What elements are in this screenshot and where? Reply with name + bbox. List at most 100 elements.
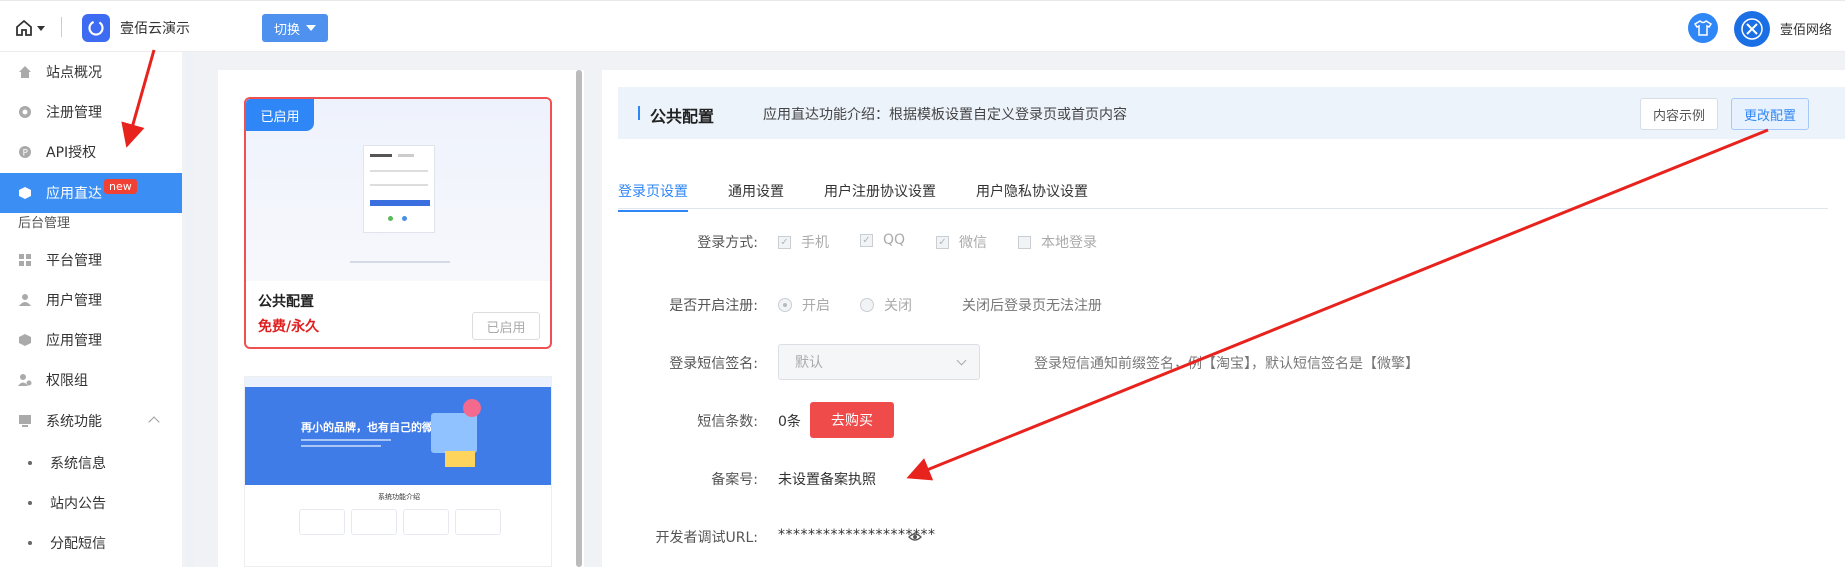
user-icon	[19, 294, 31, 306]
template-scrollbar[interactable]	[576, 70, 582, 567]
app-name[interactable]: 壹佰云演示	[120, 18, 190, 38]
svg-text:P: P	[23, 149, 29, 159]
sidebar: 站点概况 注册管理 P API授权 应用直达 new 后台管理 平台管理 用户管…	[0, 52, 182, 567]
register-hint: 关闭后登录页无法注册	[962, 298, 1102, 314]
user-name[interactable]: 壹佰网络	[1780, 19, 1832, 38]
checkbox-icon: ✓	[936, 235, 949, 249]
change-config-button[interactable]: 更改配置	[1731, 98, 1809, 130]
page-title: 公共配置	[650, 107, 715, 126]
shirt-icon	[1694, 20, 1712, 36]
sidebar-item-label: API授权	[46, 145, 97, 161]
template-title: 公共配置	[258, 294, 314, 310]
enabled-tag: 已启用	[246, 99, 314, 131]
icp-label: 备案号:	[711, 472, 758, 488]
sms-sign-select[interactable]: 默认	[778, 344, 980, 380]
register-off-radio[interactable]: 关闭	[860, 295, 912, 315]
checkbox-icon: ✓	[860, 233, 873, 247]
sms-sign-label: 登录短信签名:	[669, 356, 758, 372]
page-description: 应用直达功能介绍：根据模板设置自定义登录页或首页内容	[763, 107, 1127, 123]
sidebar-subitem-announcements[interactable]: 站内公告	[28, 493, 106, 513]
home-menu[interactable]	[14, 17, 48, 39]
chevron-down-icon	[956, 355, 967, 366]
checkbox-label: QQ	[883, 232, 906, 248]
feature-box	[403, 509, 449, 535]
login-method-qq[interactable]: ✓ QQ	[860, 232, 905, 248]
radio-icon	[778, 298, 792, 312]
sidebar-subitem-label: 系统信息	[50, 456, 106, 472]
login-method-local[interactable]: 本地登录	[1018, 232, 1097, 252]
icp-value: 未设置备案执照	[778, 472, 876, 488]
caret-down-icon	[306, 25, 316, 31]
checkbox-label: 微信	[959, 235, 987, 251]
bullet	[28, 541, 32, 545]
content-sample-button[interactable]: 内容示例	[1640, 98, 1718, 130]
sidebar-item-label: 权限组	[46, 373, 88, 389]
sidebar-item-app-direct[interactable]: 应用直达 new	[0, 173, 182, 213]
sidebar-item-overview[interactable]: 站点概况	[0, 52, 182, 92]
sidebar-item-api[interactable]: P API授权	[0, 132, 182, 172]
feature-box	[299, 509, 345, 535]
switch-label: 切换	[273, 22, 300, 38]
buy-button[interactable]: 去购买	[810, 402, 894, 438]
bullet	[28, 501, 32, 505]
cube-icon	[19, 187, 31, 199]
select-value: 默认	[795, 355, 823, 371]
tab-login-page[interactable]: 登录页设置	[618, 181, 688, 212]
checkbox-icon: ✓	[778, 235, 791, 249]
home-icon	[16, 19, 32, 36]
avatar[interactable]	[1734, 11, 1770, 47]
register-label: 是否开启注册:	[669, 298, 758, 314]
login-method-label: 登录方式:	[697, 235, 758, 251]
eye-icon[interactable]	[908, 530, 922, 544]
radio-label: 开启	[802, 298, 830, 314]
login-method-wechat[interactable]: ✓ 微信	[936, 232, 987, 252]
sidebar-subitem-sms[interactable]: 分配短信	[28, 533, 106, 553]
tab-general[interactable]: 通用设置	[728, 181, 784, 210]
template-card-public[interactable]: 已启用 公共配置 免费/永久 已启用	[244, 97, 552, 349]
tab-privacy-agreement[interactable]: 用户隐私协议设置	[976, 181, 1088, 210]
logo-icon	[88, 20, 104, 36]
divider	[61, 17, 62, 37]
enabled-button[interactable]: 已启用	[472, 312, 540, 340]
template-banner: 再小的品牌，也有自己的微擎。	[245, 377, 551, 485]
permission-icon	[18, 374, 32, 386]
sidebar-item-permissions[interactable]: 权限组	[0, 360, 182, 400]
cube-icon	[19, 334, 31, 346]
sidebar-item-label: 应用直达	[46, 186, 102, 202]
radio-icon	[860, 298, 874, 312]
monitor-icon	[19, 415, 31, 427]
checkbox-icon	[1018, 235, 1031, 249]
sidebar-item-platform[interactable]: 平台管理	[0, 240, 182, 280]
sidebar-item-register[interactable]: 注册管理	[0, 92, 182, 132]
sidebar-subitem-system-info[interactable]: 系统信息	[28, 453, 106, 473]
app-logo[interactable]	[82, 14, 110, 42]
sms-count-label: 短信条数:	[697, 414, 758, 430]
section-title: 系统功能介绍	[378, 493, 420, 501]
bullet	[28, 461, 32, 465]
sidebar-subitem-label: 站内公告	[50, 496, 106, 512]
sidebar-item-label: 用户管理	[46, 293, 102, 309]
feature-box	[455, 509, 501, 535]
radio-label: 关闭	[884, 298, 912, 314]
brand-icon	[1741, 18, 1763, 40]
register-on-radio[interactable]: 开启	[778, 295, 830, 315]
config-panel	[602, 70, 1845, 567]
switch-button[interactable]: 切换	[262, 14, 328, 42]
sidebar-item-users[interactable]: 用户管理	[0, 280, 182, 320]
register-icon	[19, 106, 31, 118]
api-icon: P	[19, 146, 31, 159]
theme-button[interactable]	[1688, 13, 1718, 43]
sidebar-item-label: 系统功能	[46, 414, 102, 430]
chevron-down-icon	[37, 25, 45, 31]
sms-sign-hint: 登录短信通知前缀签名，例【淘宝】，默认短信签名是【微擎】	[1034, 356, 1419, 372]
sidebar-subitem-label: 分配短信	[50, 536, 106, 552]
sidebar-scrollbar[interactable]	[186, 52, 194, 567]
sidebar-item-label: 应用管理	[46, 333, 102, 349]
sms-count-value: 0条	[778, 414, 801, 430]
tab-register-agreement[interactable]: 用户注册协议设置	[824, 181, 936, 210]
login-method-phone[interactable]: ✓ 手机	[778, 232, 829, 252]
sidebar-section-label: 后台管理	[18, 216, 71, 231]
template-card-2[interactable]: 再小的品牌，也有自己的微擎。 系统功能介绍	[244, 376, 552, 567]
sidebar-item-apps[interactable]: 应用管理	[0, 320, 182, 360]
sidebar-item-label: 注册管理	[46, 105, 102, 121]
